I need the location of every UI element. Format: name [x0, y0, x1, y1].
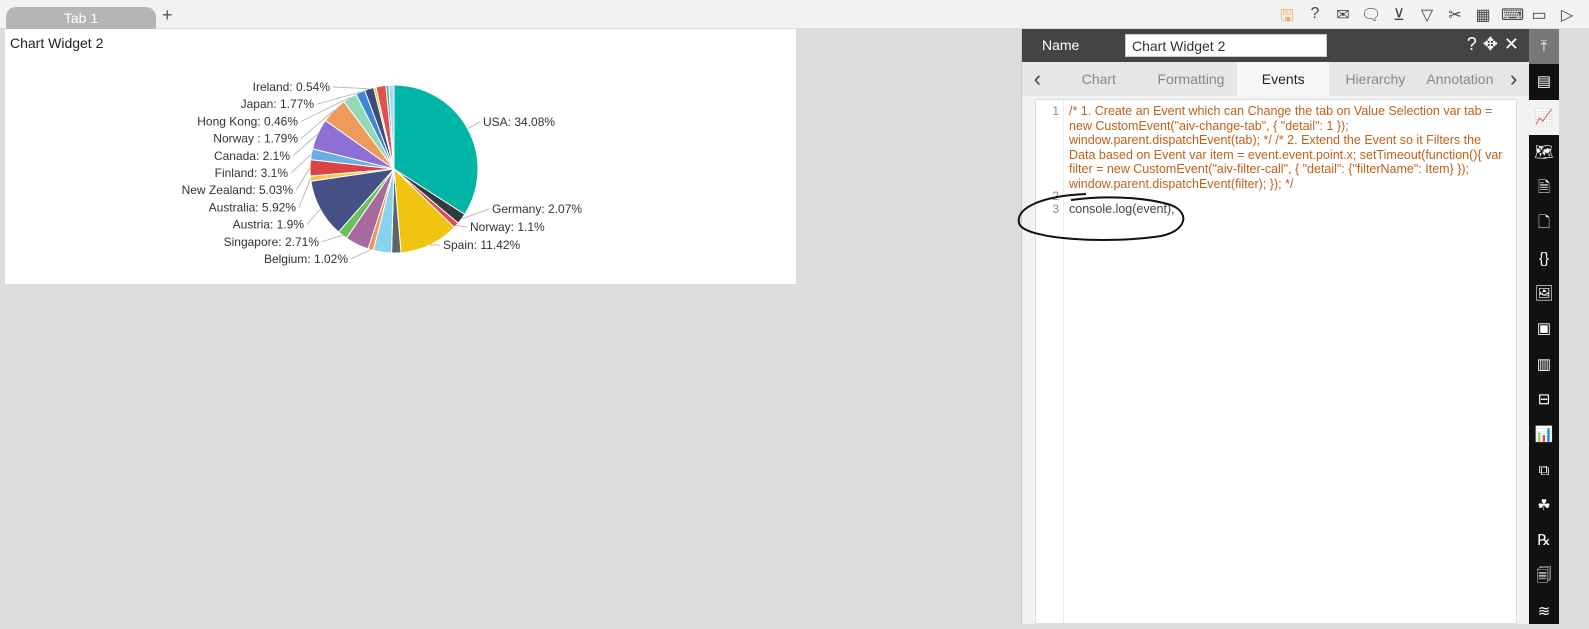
- label-connector: [456, 225, 467, 227]
- comment-icon[interactable]: 🗨: [1361, 5, 1381, 32]
- play-icon[interactable]: ▷: [1557, 5, 1577, 32]
- data-label: New Zealand: 5.03%: [182, 183, 294, 197]
- name-label: Name: [1042, 37, 1079, 53]
- help-icon[interactable]: ?: [1467, 34, 1477, 55]
- sidebar-item-2[interactable]: 📈: [1529, 100, 1559, 135]
- clear-filter-icon[interactable]: ⊻: [1389, 5, 1409, 32]
- label-connector: [296, 168, 310, 190]
- label-connector: [307, 209, 320, 225]
- tab-chart[interactable]: Chart: [1053, 62, 1145, 96]
- help-icon[interactable]: ?: [1305, 5, 1325, 32]
- code-editor[interactable]: 1 2 3 /* 1. Create an Event which can Ch…: [1035, 99, 1517, 624]
- data-label: Japan: 1.77%: [241, 97, 315, 111]
- data-label: Singapore: 2.71%: [224, 235, 320, 249]
- mail-icon[interactable]: ✉: [1333, 5, 1353, 32]
- right-sidebar: ⤒▤📈🗺🗎🗋{}🖼▣▥⊟📊⧉☘℞🗐≋: [1529, 29, 1559, 624]
- sidebar-item-14[interactable]: ℞: [1529, 523, 1559, 558]
- top-bar: Tab 1 + 🖫? ✉ 🗨 ⊻ ▽ ✂ ▦ ⌨ ▭ ▷: [0, 0, 1589, 29]
- pie-chart[interactable]: USA: 34.08% Germany: 2.07% Norway: 1.1% Spa…: [5, 29, 796, 284]
- data-label: USA: 34.08%: [483, 115, 555, 129]
- hand-drawn-circle-annotation: [1011, 188, 1211, 248]
- chevron-left-icon[interactable]: ‹: [1022, 66, 1053, 92]
- tab-events[interactable]: Events: [1237, 62, 1329, 96]
- tab-1[interactable]: Tab 1: [6, 7, 156, 29]
- data-label: Ireland: 0.54%: [253, 80, 331, 94]
- data-label: Belgium: 1.02%: [264, 252, 348, 266]
- data-label: Norway: 1.1%: [470, 220, 545, 234]
- sidebar-item-12[interactable]: ⧉: [1529, 453, 1559, 488]
- data-label: Austria: 1.9%: [233, 218, 305, 232]
- table-icon[interactable]: ▦: [1473, 5, 1493, 32]
- tools-icon[interactable]: ✂: [1445, 5, 1465, 32]
- tab-hierarchy[interactable]: Hierarchy: [1329, 62, 1421, 96]
- line-gutter: 1 2 3: [1036, 100, 1064, 623]
- sidebar-item-9[interactable]: ▥: [1529, 347, 1559, 382]
- sidebar-item-5[interactable]: 🗋: [1529, 205, 1559, 240]
- tab-formatting[interactable]: Formatting: [1145, 62, 1237, 96]
- add-tab-button[interactable]: +: [162, 5, 173, 26]
- filter-icon[interactable]: ▽: [1417, 5, 1437, 32]
- label-connector: [333, 87, 369, 89]
- panel-header: Name ? ✥ ✕: [1022, 29, 1529, 62]
- label-connector: [351, 250, 371, 259]
- sidebar-item-11[interactable]: 📊: [1529, 417, 1559, 452]
- sidebar-item-8[interactable]: ▣: [1529, 311, 1559, 346]
- sidebar-item-13[interactable]: ☘: [1529, 488, 1559, 523]
- label-connector: [468, 122, 480, 129]
- embed-icon[interactable]: ⌨: [1501, 5, 1521, 32]
- sidebar-item-15[interactable]: 🗐: [1529, 558, 1559, 593]
- move-icon[interactable]: ✥: [1483, 34, 1498, 55]
- line-number: 1: [1052, 104, 1059, 118]
- close-icon[interactable]: ✕: [1504, 34, 1519, 55]
- panel-tabs: ‹ Chart Formatting Events Hierarchy Anno…: [1022, 62, 1529, 96]
- properties-panel: Name ? ✥ ✕ ‹ Chart Formatting Events Hie…: [1021, 29, 1529, 624]
- data-label: Germany: 2.07%: [492, 202, 582, 216]
- tab-annotation[interactable]: Annotation: [1421, 62, 1498, 96]
- data-label: Hong Kong: 0.46%: [197, 114, 298, 128]
- data-label: Spain: 11.42%: [443, 238, 520, 252]
- sidebar-item-0[interactable]: ⤒: [1529, 29, 1559, 64]
- data-label: Canada: 2.1%: [214, 149, 290, 163]
- sidebar-item-6[interactable]: {}: [1529, 241, 1559, 276]
- sidebar-item-10[interactable]: ⊟: [1529, 382, 1559, 417]
- save-icon[interactable]: 🖫: [1277, 5, 1297, 32]
- sidebar-item-7[interactable]: 🖼: [1529, 276, 1559, 311]
- label-connector: [322, 235, 342, 242]
- data-label: Australia: 5.92%: [209, 200, 297, 214]
- toolbar: 🖫? ✉ 🗨 ⊻ ▽ ✂ ▦ ⌨ ▭ ▷: [1277, 5, 1577, 32]
- data-label: Finland: 3.1%: [215, 166, 289, 180]
- data-label: Norway : 1.79%: [213, 132, 298, 146]
- chevron-right-icon[interactable]: ›: [1498, 66, 1529, 92]
- sidebar-item-1[interactable]: ▤: [1529, 64, 1559, 99]
- sidebar-item-4[interactable]: 🗎: [1529, 170, 1559, 205]
- name-input[interactable]: [1125, 34, 1327, 57]
- chart-widget[interactable]: Chart Widget 2 USA: 34.08%Germany: 2.07%…: [5, 29, 796, 284]
- sidebar-item-3[interactable]: 🗺: [1529, 135, 1559, 170]
- devices-icon[interactable]: ▭: [1529, 5, 1549, 32]
- code-comment: /* 1. Create an Event which can Change t…: [1069, 104, 1509, 191]
